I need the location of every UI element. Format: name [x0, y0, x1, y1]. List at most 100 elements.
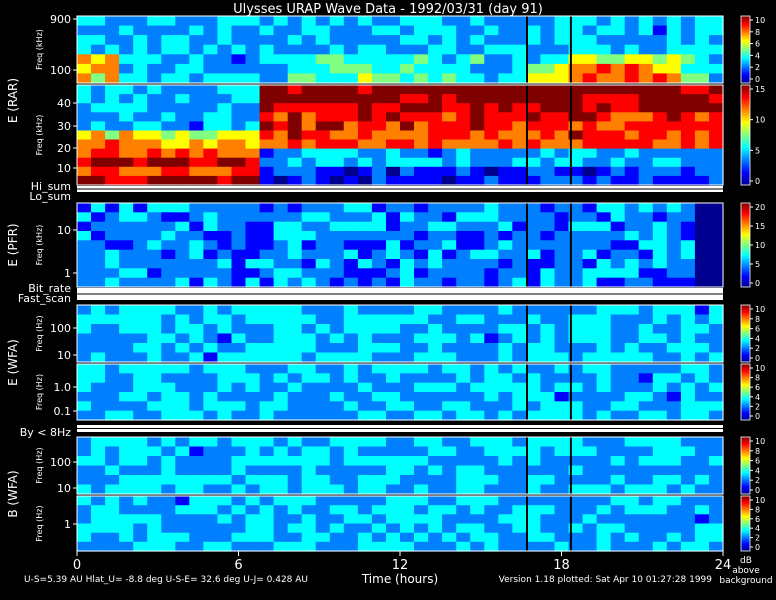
status-bar-lowfreq: [77, 425, 723, 432]
spectrogram-cell: [119, 514, 134, 525]
spectrogram-cell: [147, 44, 162, 55]
spectrogram-cell: [582, 112, 598, 122]
spectrogram-cell: [203, 446, 218, 457]
spectrogram-cell: [498, 496, 513, 506]
spectrogram-cell: [119, 456, 134, 467]
spectrogram-cell: [175, 446, 190, 457]
spectrogram-cell: [315, 437, 331, 448]
spectrogram-cell: [596, 240, 612, 251]
spectrogram-cell: [498, 240, 513, 251]
spectrogram-cell: [709, 523, 724, 534]
spectrogram-cell: [371, 373, 387, 384]
spectrogram-cell: [428, 541, 443, 552]
spectrogram-cell: [231, 157, 247, 168]
spectrogram-cell: [245, 382, 261, 393]
spectrogram-cell: [203, 130, 218, 141]
spectrogram-cell: [386, 231, 401, 241]
spectrogram-cell: [133, 85, 148, 95]
spectrogram-cell: [680, 446, 696, 457]
spectrogram-cell: [105, 392, 120, 402]
spectrogram-cell: [400, 364, 415, 374]
y-tick-label: 20: [57, 142, 71, 155]
spectrogram-cell: [526, 94, 541, 104]
spectrogram-cell: [217, 314, 232, 325]
spectrogram-cell: [133, 541, 148, 552]
spectrogram-cell: [512, 505, 527, 515]
spectrogram-cell: [638, 103, 654, 113]
spectrogram-cell: [105, 44, 120, 55]
spectrogram-cell: [287, 392, 303, 402]
spectrogram-cell: [287, 166, 303, 177]
spectrogram-cell: [400, 44, 415, 55]
status-label: Fast_scan: [18, 292, 71, 305]
spectrogram-cell: [119, 157, 134, 168]
spectrogram-cell: [245, 166, 261, 177]
spectrogram-cell: [259, 277, 275, 288]
spectrogram-cell: [400, 437, 415, 448]
spectrogram-cell: [540, 324, 555, 335]
spectrogram-cell: [357, 465, 373, 476]
spectrogram-cell: [624, 410, 640, 421]
spectrogram-cell: [386, 305, 401, 316]
spectrogram-cell: [498, 465, 513, 476]
spectrogram-cell: [709, 465, 724, 476]
spectrogram-cell: [315, 44, 331, 55]
spectrogram-cell: [147, 166, 162, 177]
y-axis-label: Freq (Hz): [35, 374, 44, 410]
colorbar-tick-label: 10: [755, 116, 765, 125]
spectrogram-cell: [400, 401, 415, 412]
spectrogram-cell: [596, 446, 612, 457]
spectrogram-cell: [259, 465, 275, 476]
spectrogram-cell: [554, 410, 570, 421]
spectrogram-cell: [175, 496, 190, 506]
spectrogram-cell: [119, 240, 134, 251]
spectrogram-cell: [259, 175, 275, 186]
spectrogram-cell: [680, 35, 696, 46]
spectrogram-cell: [610, 352, 626, 363]
spectrogram-cell: [638, 54, 654, 65]
spectrogram-cell: [343, 475, 359, 486]
spectrogram-cell: [105, 148, 120, 159]
spectrogram-cell: [231, 35, 247, 46]
spectrogram-cell: [133, 73, 148, 84]
spectrogram-cell: [400, 85, 415, 95]
spectrogram-cell: [512, 268, 527, 279]
spectrogram-cell: [414, 456, 429, 467]
spectrogram-cell: [357, 35, 373, 46]
spectrogram-cell: [105, 324, 120, 335]
spectrogram-cell: [77, 212, 92, 223]
spectrogram-cell: [147, 505, 162, 515]
spectrogram-cell: [414, 112, 429, 122]
spectrogram-cell: [329, 166, 345, 177]
spectrogram-cell: [624, 63, 640, 75]
spectrogram-cell: [273, 94, 289, 104]
spectrogram-cell: [329, 343, 345, 354]
spectrogram-cell: [147, 532, 162, 543]
spectrogram-cell: [231, 456, 247, 467]
spectrogram-cell: [638, 333, 654, 344]
spectrogram-cell: [484, 382, 499, 393]
spectrogram-cell: [217, 103, 232, 113]
spectrogram-cell: [217, 333, 232, 344]
spectrogram-cell: [582, 16, 598, 27]
spectrogram-cell: [666, 35, 682, 46]
spectrogram-cell: [357, 259, 373, 269]
spectrogram-cell: [105, 333, 120, 344]
colorbar-tick-label: 5: [755, 260, 760, 269]
spectrogram-cell: [484, 166, 499, 177]
spectrogram-cell: [694, 401, 710, 412]
y-axis-label: Freq (Hz): [35, 447, 44, 483]
spectrogram-cell: [175, 175, 190, 186]
spectrogram-cell: [245, 44, 261, 55]
spectrogram-cell: [526, 103, 541, 113]
spectrogram-cell: [105, 364, 120, 374]
spectrogram-cell: [259, 324, 275, 335]
spectrogram-cell: [596, 541, 612, 552]
spectrogram-cell: [414, 130, 429, 141]
spectrogram-cell: [301, 446, 317, 457]
spectrogram-cell: [315, 103, 331, 113]
spectrogram-cell: [610, 305, 626, 316]
spectrogram-cell: [610, 175, 626, 186]
spectrogram-cell: [540, 221, 555, 232]
spectrogram-cell: [694, 277, 710, 288]
